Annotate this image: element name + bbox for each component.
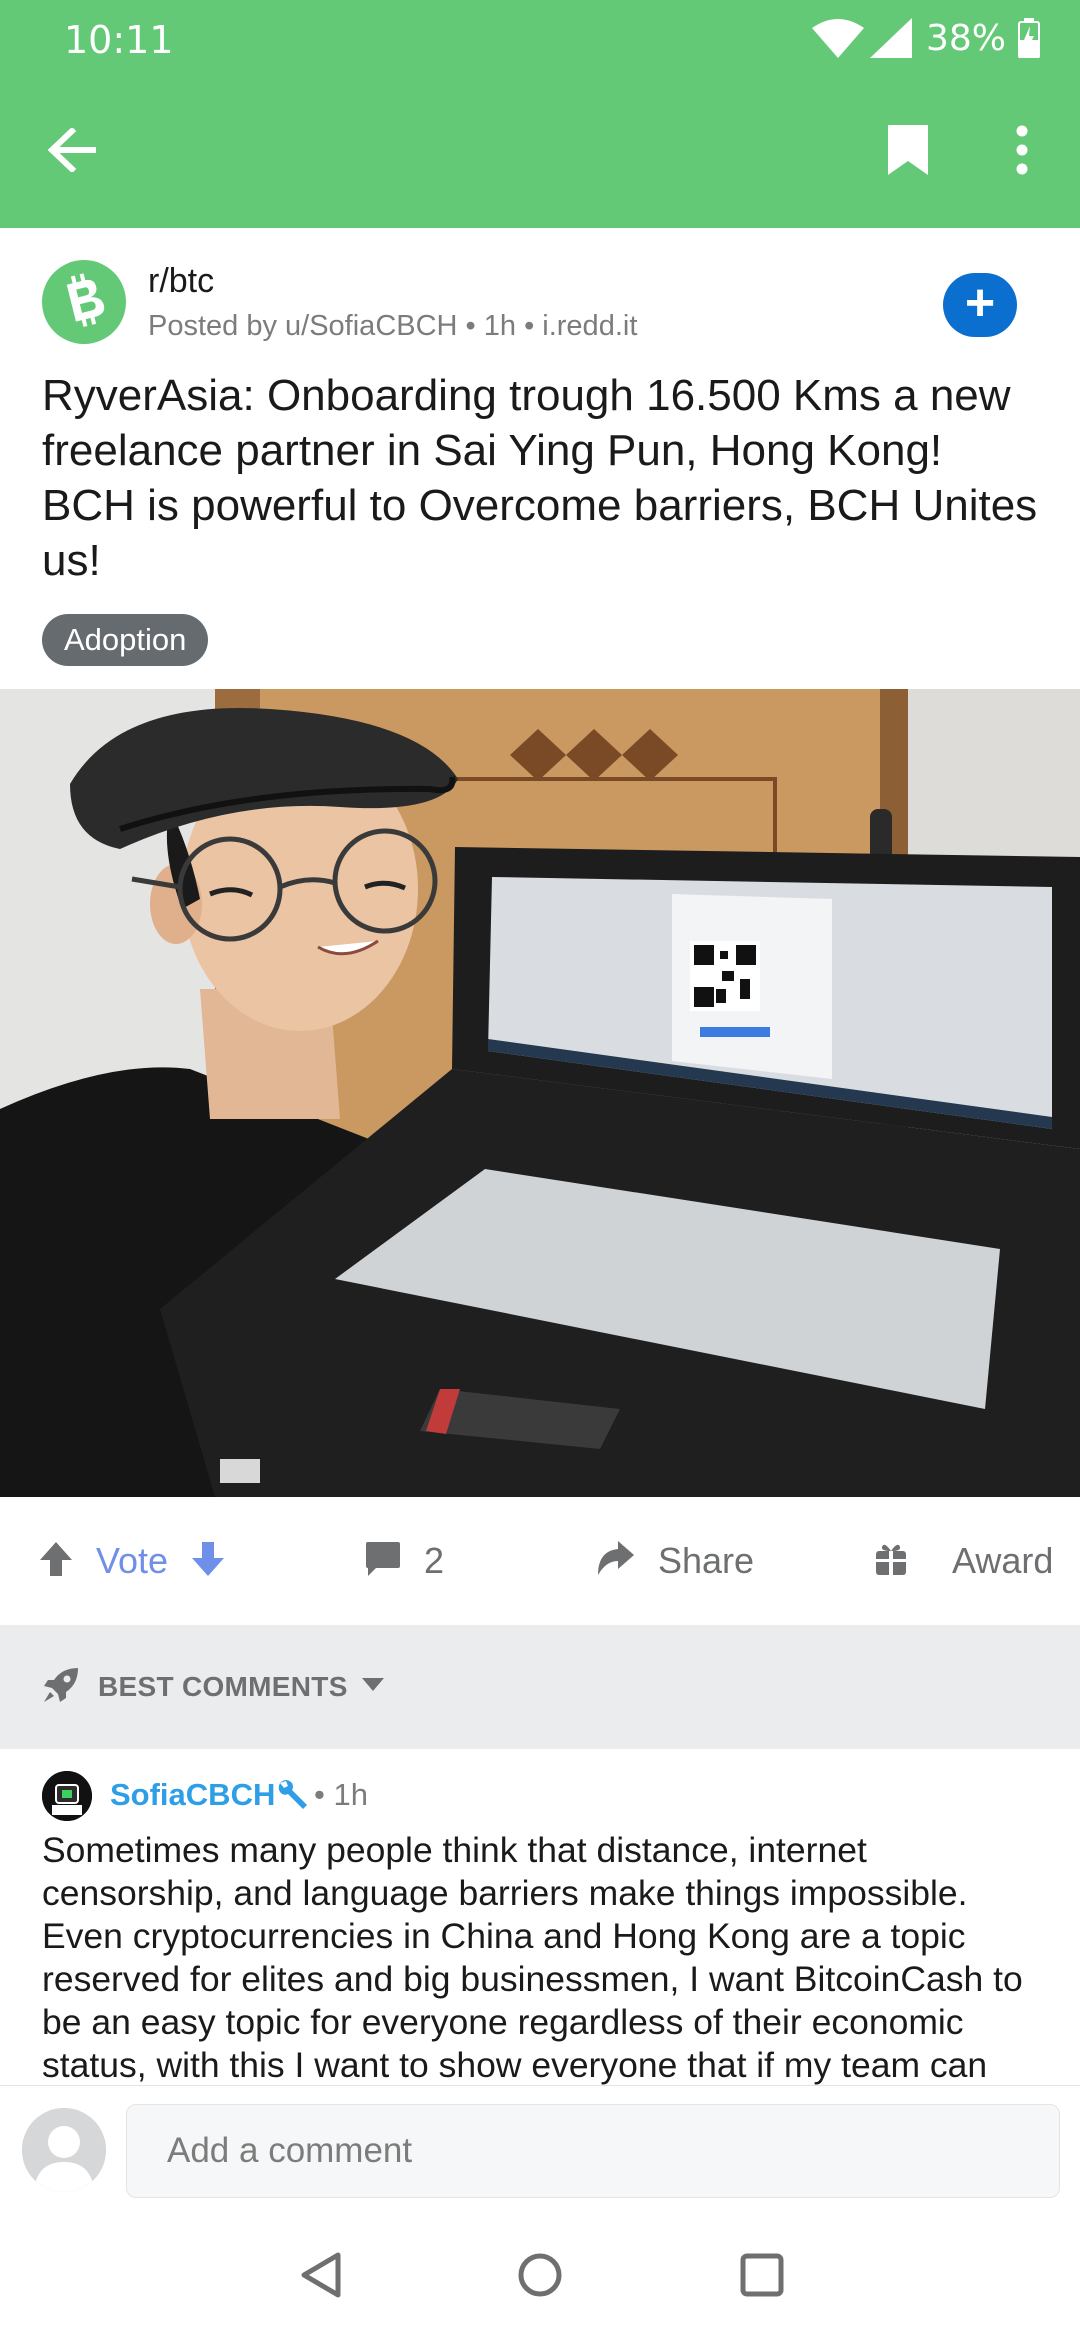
nav-home-button[interactable] [510, 2247, 570, 2307]
subreddit-avatar[interactable] [42, 260, 126, 344]
comments-button[interactable]: 2 [364, 1497, 444, 1625]
status-time: 10:11 [64, 18, 174, 62]
comment-composer [0, 2085, 1080, 2215]
arrow-up-icon [40, 1541, 72, 1576]
app-bar [0, 76, 1080, 228]
more-options-button[interactable] [992, 120, 1052, 184]
upvote-button[interactable] [38, 1540, 74, 1583]
post-flair[interactable]: Adoption [42, 614, 209, 666]
add-comment-input[interactable] [126, 2104, 1060, 2198]
moderator-wrench-icon [276, 1777, 310, 1816]
bookmark-icon [886, 123, 930, 182]
comment-body: Sometimes many people think that distanc… [42, 1830, 1023, 2085]
post-header: r/btc Posted by u/SofiaCBCH • 1h • i.red… [0, 228, 1080, 688]
battery-charging-icon [1018, 18, 1040, 58]
user-avatar[interactable] [22, 2108, 106, 2192]
back-button[interactable] [36, 120, 108, 184]
comment-author-avatar[interactable] [42, 1771, 92, 1821]
signal-icon [869, 18, 912, 58]
wifi-icon [811, 18, 864, 58]
comment-sort-bar: BEST COMMENTS [0, 1625, 1080, 1749]
award-button[interactable]: Award [874, 1497, 1053, 1625]
share-button[interactable]: Share [596, 1497, 754, 1625]
circle-home-icon [516, 2251, 564, 2304]
status-bar: 10:11 38% [0, 0, 1080, 76]
more-vert-icon [1015, 125, 1029, 180]
arrow-down-icon [192, 1541, 225, 1576]
nav-back-button[interactable] [290, 2247, 350, 2307]
nav-recents-button[interactable] [732, 2247, 792, 2307]
comment-sort-selector[interactable]: BEST COMMENTS [42, 1625, 384, 1749]
system-nav-bar [0, 2215, 1080, 2340]
comment-author[interactable]: SofiaCBCH [110, 1777, 275, 1813]
comment-time: • 1h [314, 1777, 368, 1812]
subreddit-name[interactable]: r/btc [148, 262, 214, 301]
bookmark-button[interactable] [872, 120, 944, 184]
battery-percent: 38% [925, 17, 1006, 59]
square-recents-icon [739, 2252, 785, 2303]
bitcoin-cash-icon [61, 272, 107, 332]
share-icon [596, 1540, 636, 1582]
downvote-button[interactable] [190, 1540, 226, 1583]
triangle-back-icon [298, 2251, 342, 2304]
vote-group: Vote [38, 1497, 226, 1625]
plus-icon: + [964, 274, 996, 332]
comment: SofiaCBCH • 1h Sometimes many people thi… [0, 1749, 1080, 2085]
sort-label: BEST COMMENTS [98, 1671, 348, 1702]
gift-icon [874, 1541, 908, 1582]
post-title: RyverAsia: Onboarding trough 16.500 Kms … [42, 371, 1038, 585]
award-label: Award [952, 1540, 1054, 1581]
rocket-icon [42, 1666, 80, 1709]
comment-icon [364, 1540, 402, 1583]
vote-label: Vote [96, 1540, 169, 1581]
post-action-bar: Vote 2 Share Award [0, 1497, 1080, 1625]
share-label: Share [658, 1540, 755, 1581]
post-meta: Posted by u/SofiaCBCH • 1h • i.redd.it [148, 310, 638, 342]
status-icons: 38% [811, 16, 1040, 60]
arrow-left-icon [47, 126, 97, 177]
caret-down-icon [361, 1677, 384, 1697]
user-avatar-icon [22, 2108, 106, 2192]
comment-count: 2 [424, 1540, 445, 1581]
post-image[interactable] [0, 689, 1080, 1497]
join-subreddit-button[interactable]: + [943, 273, 1017, 337]
